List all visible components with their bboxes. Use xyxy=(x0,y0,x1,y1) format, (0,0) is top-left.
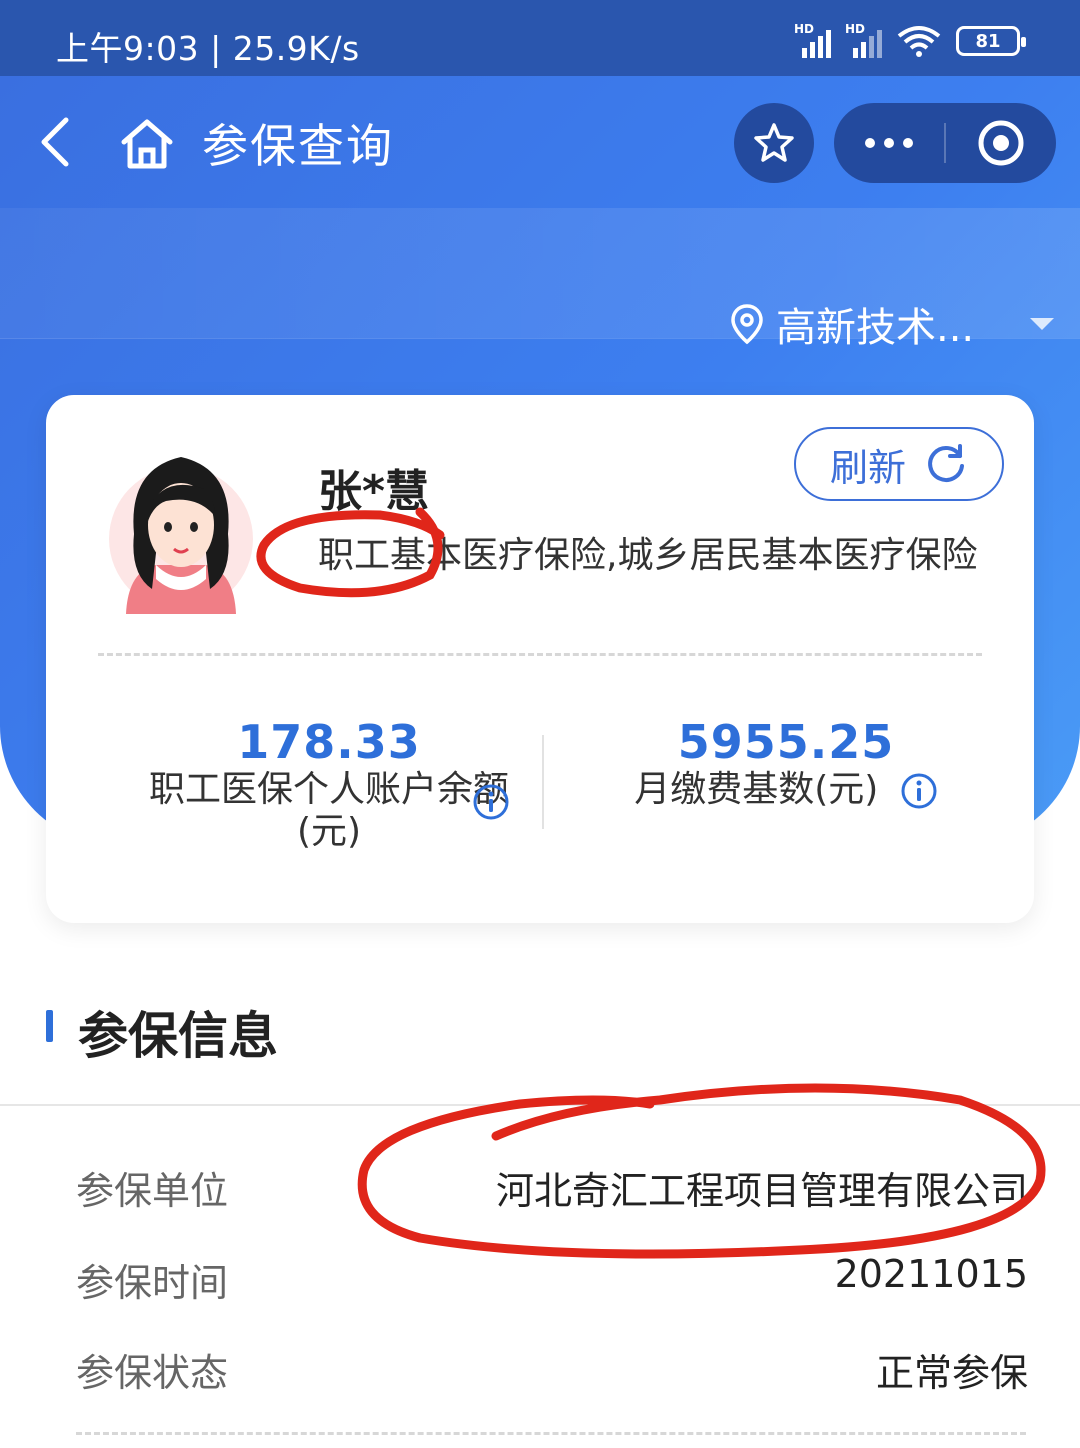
section-title: 参保信息 xyxy=(78,1007,278,1065)
wifi-icon xyxy=(897,26,941,57)
close-target-icon xyxy=(978,120,1024,166)
home-icon[interactable] xyxy=(118,116,176,172)
favorite-button[interactable] xyxy=(734,103,814,183)
chevron-down-icon xyxy=(1030,318,1054,330)
insurance-types: 职工基本医疗保险,城乡居民基本医疗保险 xyxy=(318,535,978,576)
more-button[interactable] xyxy=(834,103,944,183)
info-row-label: 参保状态 xyxy=(76,1351,229,1395)
info-row-status: 参保状态 正常参保 xyxy=(0,1332,1080,1402)
avatar xyxy=(109,457,253,614)
bottom-divider xyxy=(76,1432,1026,1435)
monthly-base-label: 月缴费基数(元) xyxy=(634,769,879,810)
refresh-icon xyxy=(928,444,964,482)
monthly-base-value: 5955.25 xyxy=(677,715,895,769)
info-icon-balance[interactable] xyxy=(472,783,510,825)
monthly-base-stat: 5955.25 月缴费基数(元) xyxy=(576,715,996,811)
star-icon xyxy=(754,123,794,162)
account-balance-value: 178.33 xyxy=(237,715,421,769)
close-button[interactable] xyxy=(946,103,1056,183)
account-balance-label: 职工医保个人账户余额(元) xyxy=(148,769,509,852)
section-divider xyxy=(0,1104,1080,1106)
page-title: 参保查询 xyxy=(202,119,394,173)
monthly-base-label-wrap: 月缴费基数(元) xyxy=(576,769,996,811)
info-row-start-date: 参保时间 20211015 xyxy=(0,1242,1080,1312)
location-text: 高新技术... xyxy=(776,305,975,351)
signal-icon-2: HD xyxy=(845,22,882,58)
status-bar: 上午9:03 | 25.9K/s HD HD 81 xyxy=(0,0,1080,76)
info-icon[interactable] xyxy=(900,772,938,810)
status-icons: HD HD 81 xyxy=(794,22,1026,58)
info-row-label: 参保时间 xyxy=(76,1261,229,1305)
info-row-label: 参保单位 xyxy=(76,1169,229,1213)
miniapp-capsule xyxy=(834,103,1056,183)
refresh-label: 刷新 xyxy=(829,445,906,490)
insured-summary-card: 张*慧 职工基本医疗保险,城乡居民基本医疗保险 刷新 178.33 职工医保个人… xyxy=(46,395,1034,923)
battery-icon: 81 xyxy=(956,26,1026,56)
info-row-employer: 参保单位 河北奇汇工程项目管理有限公司 xyxy=(0,1150,1080,1220)
info-row-value: 正常参保 xyxy=(875,1351,1028,1395)
signal-icon: HD xyxy=(794,22,831,58)
user-name: 张*慧 xyxy=(318,466,430,517)
location-selector[interactable]: 高新技术... xyxy=(730,296,1054,352)
card-divider xyxy=(98,653,982,656)
stat-separator xyxy=(542,735,544,829)
location-pin-icon xyxy=(731,304,763,345)
account-balance-label-wrap: 职工医保个人账户余额(元) xyxy=(134,769,524,853)
more-icon xyxy=(865,138,875,148)
back-icon[interactable] xyxy=(32,112,82,172)
nav-bar: 参保查询 xyxy=(0,76,1080,208)
status-time: 上午9:03 | 25.9K/s xyxy=(56,29,360,68)
refresh-button[interactable]: 刷新 xyxy=(794,427,1004,501)
info-row-value: 河北奇汇工程项目管理有限公司 xyxy=(495,1169,1028,1213)
account-balance-stat: 178.33 职工医保个人账户余额(元) xyxy=(134,715,524,853)
info-row-value: 20211015 xyxy=(834,1252,1028,1296)
section-accent-bar xyxy=(46,1010,53,1042)
